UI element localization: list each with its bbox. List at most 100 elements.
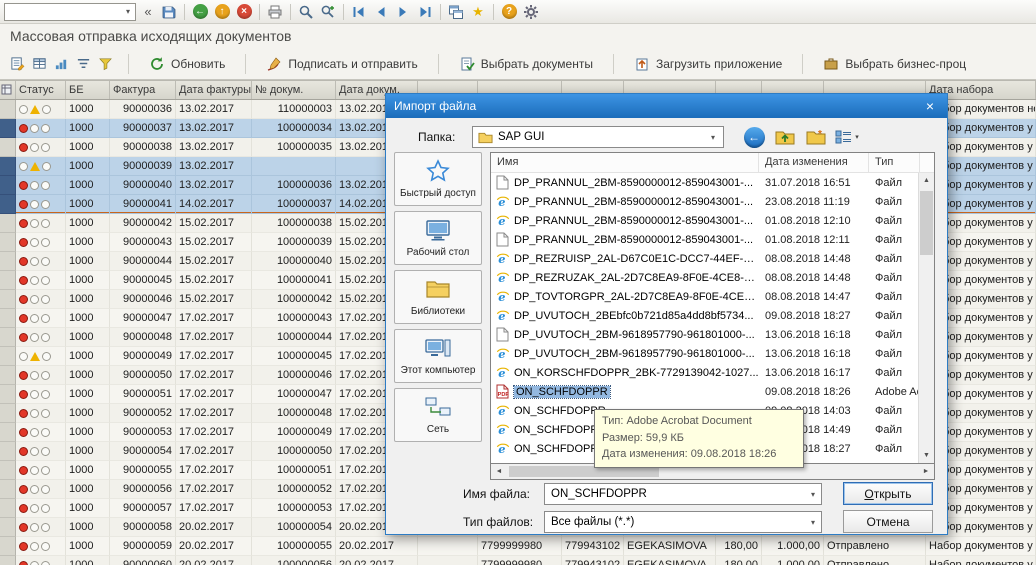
place-libraries[interactable]: Библиотеки	[394, 270, 482, 324]
dialog-titlebar[interactable]: Импорт файла ×	[386, 94, 947, 118]
cell-invdate[interactable]: 20.02.2017	[176, 518, 252, 537]
cell-docnum[interactable]: 100000034	[252, 119, 336, 138]
select-business-process-button[interactable]: Выбрать бизнес-проц	[815, 53, 974, 75]
cell-be[interactable]: 1000	[66, 157, 110, 176]
shortcut-icon[interactable]: ★	[467, 2, 489, 22]
cell-be[interactable]: 1000	[66, 195, 110, 214]
cell-invdate[interactable]: 15.02.2017	[176, 214, 252, 233]
cell-docnum[interactable]: 100000050	[252, 442, 336, 461]
cell-invdate[interactable]: 15.02.2017	[176, 271, 252, 290]
cell-invoice[interactable]: 90000038	[110, 138, 176, 157]
cell-docdate[interactable]: 20.02.2017	[336, 537, 418, 556]
new-folder-icon[interactable]: *	[803, 125, 829, 149]
customize-icon[interactable]	[520, 2, 542, 22]
place-network[interactable]: Сеть	[394, 388, 482, 442]
row-select-cell[interactable]	[0, 423, 16, 442]
cell-be[interactable]: 1000	[66, 442, 110, 461]
column-header-be[interactable]: БЕ	[66, 81, 110, 99]
status-cell[interactable]	[16, 138, 66, 157]
cell-colx[interactable]	[418, 556, 478, 565]
row-select-cell[interactable]	[0, 271, 16, 290]
exit-icon[interactable]: ↑	[211, 2, 233, 22]
find-next-icon[interactable]	[317, 2, 339, 22]
cancel-icon[interactable]: ×	[233, 2, 255, 22]
filetype-combobox[interactable]: Все файлы (*.*) ▾	[544, 511, 822, 533]
cell-invoice[interactable]: 90000037	[110, 119, 176, 138]
cell-set[interactable]: Набор документов у	[926, 537, 1036, 556]
column-header-invdate[interactable]: Дата фактуры	[176, 81, 252, 99]
status-cell[interactable]	[16, 195, 66, 214]
cell-docnum[interactable]: 100000043	[252, 309, 336, 328]
cell-be[interactable]: 1000	[66, 499, 110, 518]
cell-user[interactable]: EGEKASIMOVA	[624, 556, 716, 565]
help-icon[interactable]: ?	[498, 2, 520, 22]
row-select-cell[interactable]	[0, 518, 16, 537]
cell-invdate[interactable]: 15.02.2017	[176, 252, 252, 271]
column-header-sel[interactable]	[0, 81, 16, 99]
cell-be[interactable]: 1000	[66, 309, 110, 328]
file-row[interactable]: eDP_TOVTORGPR_2AL-2D7C8EA9-8F0E-4CE8...0…	[491, 287, 934, 306]
status-cell[interactable]	[16, 290, 66, 309]
cell-invoice[interactable]: 90000058	[110, 518, 176, 537]
cell-amt1[interactable]: 180,00	[716, 537, 762, 556]
cell-invoice[interactable]: 90000052	[110, 404, 176, 423]
cancel-button[interactable]: Отмена	[843, 510, 933, 533]
cell-invdate[interactable]: 15.02.2017	[176, 290, 252, 309]
file-row[interactable]: DP_PRANNUL_2BM-8590000012-859043001-...3…	[491, 173, 934, 192]
back-nav-icon[interactable]: ←	[741, 125, 767, 149]
cell-be[interactable]: 1000	[66, 423, 110, 442]
cell-docnum[interactable]: 100000036	[252, 176, 336, 195]
row-select-cell[interactable]	[0, 100, 16, 119]
cell-amt1[interactable]: 180,00	[716, 556, 762, 565]
cell-sent[interactable]: Отправлено	[824, 556, 926, 565]
cell-docnum[interactable]: 100000056	[252, 556, 336, 565]
cell-docnum[interactable]: 100000044	[252, 328, 336, 347]
collapse-icon[interactable]: «	[136, 2, 158, 22]
cell-invdate[interactable]: 13.02.2017	[176, 157, 252, 176]
row-select-cell[interactable]	[0, 214, 16, 233]
cell-docnum[interactable]: 100000039	[252, 233, 336, 252]
cell-user[interactable]: EGEKASIMOVA	[624, 537, 716, 556]
cell-invdate[interactable]: 13.02.2017	[176, 119, 252, 138]
status-cell[interactable]	[16, 309, 66, 328]
cell-be[interactable]: 1000	[66, 480, 110, 499]
cell-inn[interactable]: 7799999980	[478, 537, 562, 556]
cell-sent[interactable]: Отправлено	[824, 537, 926, 556]
row-select-cell[interactable]	[0, 138, 16, 157]
place-quick-access[interactable]: Быстрый доступ	[394, 152, 482, 206]
cell-kpp[interactable]: 779943102	[562, 537, 624, 556]
cell-invoice[interactable]: 90000051	[110, 385, 176, 404]
status-cell[interactable]	[16, 423, 66, 442]
sort-icon[interactable]	[50, 54, 72, 74]
cell-invdate[interactable]: 20.02.2017	[176, 537, 252, 556]
status-cell[interactable]	[16, 271, 66, 290]
cell-invoice[interactable]: 90000043	[110, 233, 176, 252]
row-select-cell[interactable]	[0, 366, 16, 385]
row-select-cell[interactable]	[0, 233, 16, 252]
cell-docnum[interactable]	[252, 157, 336, 176]
status-cell[interactable]	[16, 100, 66, 119]
cell-invdate[interactable]: 17.02.2017	[176, 347, 252, 366]
row-select-cell[interactable]	[0, 252, 16, 271]
cell-be[interactable]: 1000	[66, 214, 110, 233]
cell-invoice[interactable]: 90000036	[110, 100, 176, 119]
file-row[interactable]: PDFON_SCHFDOPPR09.08.2018 18:26Adobe Acr…	[491, 382, 934, 401]
cell-invoice[interactable]: 90000046	[110, 290, 176, 309]
first-page-icon[interactable]	[348, 2, 370, 22]
column-header-status[interactable]: Статус	[16, 81, 66, 99]
cell-docnum[interactable]: 100000035	[252, 138, 336, 157]
funnel-icon[interactable]	[94, 54, 116, 74]
status-cell[interactable]	[16, 480, 66, 499]
up-folder-icon[interactable]	[772, 125, 798, 149]
status-cell[interactable]	[16, 176, 66, 195]
filter-lines-icon[interactable]	[72, 54, 94, 74]
cell-invdate[interactable]: 13.02.2017	[176, 176, 252, 195]
cell-invdate[interactable]: 17.02.2017	[176, 309, 252, 328]
file-row[interactable]: eDP_REZRUISP_2AL-D67C0E1C-DCC7-44EF-A...…	[491, 249, 934, 268]
cell-be[interactable]: 1000	[66, 366, 110, 385]
cell-be[interactable]: 1000	[66, 176, 110, 195]
status-cell[interactable]	[16, 347, 66, 366]
row-select-cell[interactable]	[0, 404, 16, 423]
command-field[interactable]: ▾	[4, 3, 136, 21]
cell-invdate[interactable]: 17.02.2017	[176, 328, 252, 347]
